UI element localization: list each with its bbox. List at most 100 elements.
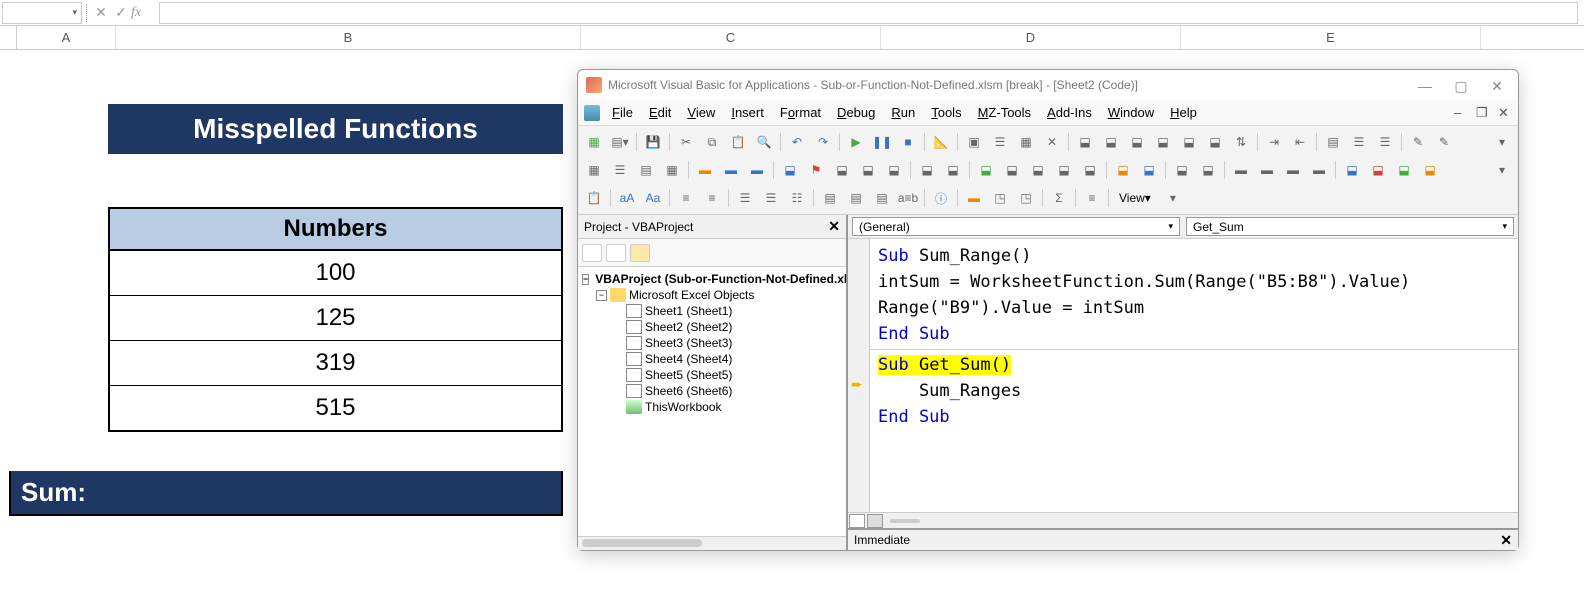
- tb-icon[interactable]: ▤: [844, 187, 868, 209]
- tb-icon[interactable]: ◳: [988, 187, 1012, 209]
- tree-sheet[interactable]: Sheet2 (Sheet2): [578, 319, 846, 335]
- tb-icon[interactable]: ◳: [1014, 187, 1038, 209]
- tree-sheet[interactable]: Sheet1 (Sheet1): [578, 303, 846, 319]
- tb-icon[interactable]: ▦: [660, 159, 684, 181]
- tb-icon[interactable]: ⬓: [1151, 131, 1175, 153]
- tb-icon[interactable]: Aa: [641, 187, 665, 209]
- menu-window[interactable]: Window: [1100, 105, 1162, 120]
- close-icon[interactable]: ✕: [828, 218, 840, 235]
- tree-sheet[interactable]: Sheet5 (Sheet5): [578, 367, 846, 383]
- toggle-folders-icon[interactable]: [630, 244, 650, 262]
- maximize-button[interactable]: ▢: [1454, 78, 1468, 92]
- uncomment-icon[interactable]: ☰: [1373, 131, 1397, 153]
- mdi-close-button[interactable]: ✕: [1498, 105, 1512, 121]
- toolbar-overflow-icon[interactable]: ▾: [1161, 187, 1185, 209]
- tb-icon[interactable]: ⬓: [882, 159, 906, 181]
- tb-icon[interactable]: ☰: [733, 187, 757, 209]
- tb-icon[interactable]: ☰: [759, 187, 783, 209]
- tree-workbook[interactable]: ThisWorkbook: [578, 399, 846, 415]
- select-all-corner[interactable]: [0, 26, 17, 49]
- design-mode-icon[interactable]: 📐: [929, 131, 953, 153]
- tb-icon[interactable]: ⬓: [1111, 159, 1135, 181]
- tb-icon[interactable]: ▬: [1281, 159, 1305, 181]
- indent-icon[interactable]: ⇥: [1262, 131, 1286, 153]
- tb-icon[interactable]: ▤: [818, 187, 842, 209]
- redo-icon[interactable]: ↷: [811, 131, 835, 153]
- col-header-c[interactable]: C: [581, 26, 881, 49]
- tb-icon[interactable]: ⬓: [1026, 159, 1050, 181]
- immediate-window-header[interactable]: Immediate ✕: [848, 528, 1518, 550]
- tb-icon[interactable]: ⬓: [1177, 131, 1201, 153]
- name-box[interactable]: ▾: [2, 2, 82, 24]
- sum-row[interactable]: Sum:: [9, 471, 563, 516]
- outdent-icon[interactable]: ⇤: [1288, 131, 1312, 153]
- copy-icon[interactable]: ⧉: [700, 131, 724, 153]
- close-button[interactable]: ✕: [1490, 78, 1504, 92]
- project-explorer-header[interactable]: Project - VBAProject ✕: [578, 215, 846, 239]
- menu-file[interactable]: File: [604, 105, 641, 120]
- insert-module-icon[interactable]: ▤▾: [608, 131, 632, 153]
- code-gutter[interactable]: ➨: [848, 239, 870, 512]
- tb-icon[interactable]: ⬓: [1073, 131, 1097, 153]
- reset-icon[interactable]: ■: [896, 131, 920, 153]
- tb-icon[interactable]: ▤: [870, 187, 894, 209]
- tb-icon[interactable]: ▬: [719, 159, 743, 181]
- tb-icon[interactable]: ⬓: [1392, 159, 1416, 181]
- view-excel-icon[interactable]: ▦: [582, 131, 606, 153]
- horizontal-scrollbar[interactable]: [890, 519, 920, 523]
- tb-icon[interactable]: ⬓: [1052, 159, 1076, 181]
- undo-icon[interactable]: ↶: [785, 131, 809, 153]
- tb-icon[interactable]: ▬: [1255, 159, 1279, 181]
- tb-icon[interactable]: ✎: [1406, 131, 1430, 153]
- tb-icon[interactable]: ⇅: [1229, 131, 1253, 153]
- tb-icon[interactable]: ⬓: [1203, 131, 1227, 153]
- table-row[interactable]: 125: [108, 296, 563, 341]
- tb-icon[interactable]: ⬓: [974, 159, 998, 181]
- tb-icon[interactable]: 📋: [582, 187, 606, 209]
- tb-icon[interactable]: ▬: [1229, 159, 1253, 181]
- tb-icon[interactable]: ⚑: [804, 159, 828, 181]
- tb-icon[interactable]: ▬: [962, 187, 986, 209]
- table-row[interactable]: 515: [108, 386, 563, 432]
- tb-icon[interactable]: ✎: [1432, 131, 1456, 153]
- toolbox-icon[interactable]: ✕: [1040, 131, 1064, 153]
- tree-sheet[interactable]: Sheet3 (Sheet3): [578, 335, 846, 351]
- tb-icon[interactable]: ▬: [745, 159, 769, 181]
- run-icon[interactable]: ▶: [844, 131, 868, 153]
- view-code-icon[interactable]: [582, 244, 602, 262]
- tb-icon[interactable]: ⬓: [856, 159, 880, 181]
- tb-icon[interactable]: ⬓: [1170, 159, 1194, 181]
- project-folder[interactable]: −Microsoft Excel Objects: [578, 287, 846, 303]
- tb-icon[interactable]: ⬓: [1078, 159, 1102, 181]
- toolbar-overflow-icon[interactable]: ▾: [1490, 159, 1514, 181]
- tb-icon[interactable]: ⬓: [778, 159, 802, 181]
- col-header-d[interactable]: D: [881, 26, 1181, 49]
- tb-icon[interactable]: ⬓: [941, 159, 965, 181]
- tb-icon[interactable]: aA: [615, 187, 639, 209]
- mdi-minimize-button[interactable]: –: [1454, 105, 1468, 121]
- tb-icon[interactable]: ≡: [674, 187, 698, 209]
- paste-icon[interactable]: 📋: [726, 131, 750, 153]
- save-icon[interactable]: 💾: [641, 131, 665, 153]
- tb-icon[interactable]: ▬: [1307, 159, 1331, 181]
- project-root[interactable]: −VBAProject (Sub-or-Function-Not-Defined…: [578, 271, 846, 287]
- close-icon[interactable]: ✕: [1500, 532, 1512, 549]
- tb-icon[interactable]: ⬓: [1196, 159, 1220, 181]
- menu-help[interactable]: Help: [1162, 105, 1205, 120]
- comment-icon[interactable]: ☰: [1347, 131, 1371, 153]
- tb-icon[interactable]: ≡: [700, 187, 724, 209]
- find-icon[interactable]: 🔍: [752, 131, 776, 153]
- tb-icon[interactable]: ▬: [693, 159, 717, 181]
- tb-icon[interactable]: ⬓: [1125, 131, 1149, 153]
- object-browser-icon[interactable]: ▦: [1014, 131, 1038, 153]
- procedure-view-button[interactable]: [849, 514, 865, 528]
- menu-insert[interactable]: Insert: [723, 105, 772, 120]
- tb-icon[interactable]: ⬓: [1366, 159, 1390, 181]
- minimize-button[interactable]: —: [1418, 78, 1432, 92]
- col-header-b[interactable]: B: [116, 26, 581, 49]
- project-tree[interactable]: −VBAProject (Sub-or-Function-Not-Defined…: [578, 267, 846, 536]
- tb-icon[interactable]: ⬓: [1137, 159, 1161, 181]
- col-header-a[interactable]: A: [17, 26, 116, 49]
- tb-icon[interactable]: ☷: [785, 187, 809, 209]
- break-icon[interactable]: ❚❚: [870, 131, 894, 153]
